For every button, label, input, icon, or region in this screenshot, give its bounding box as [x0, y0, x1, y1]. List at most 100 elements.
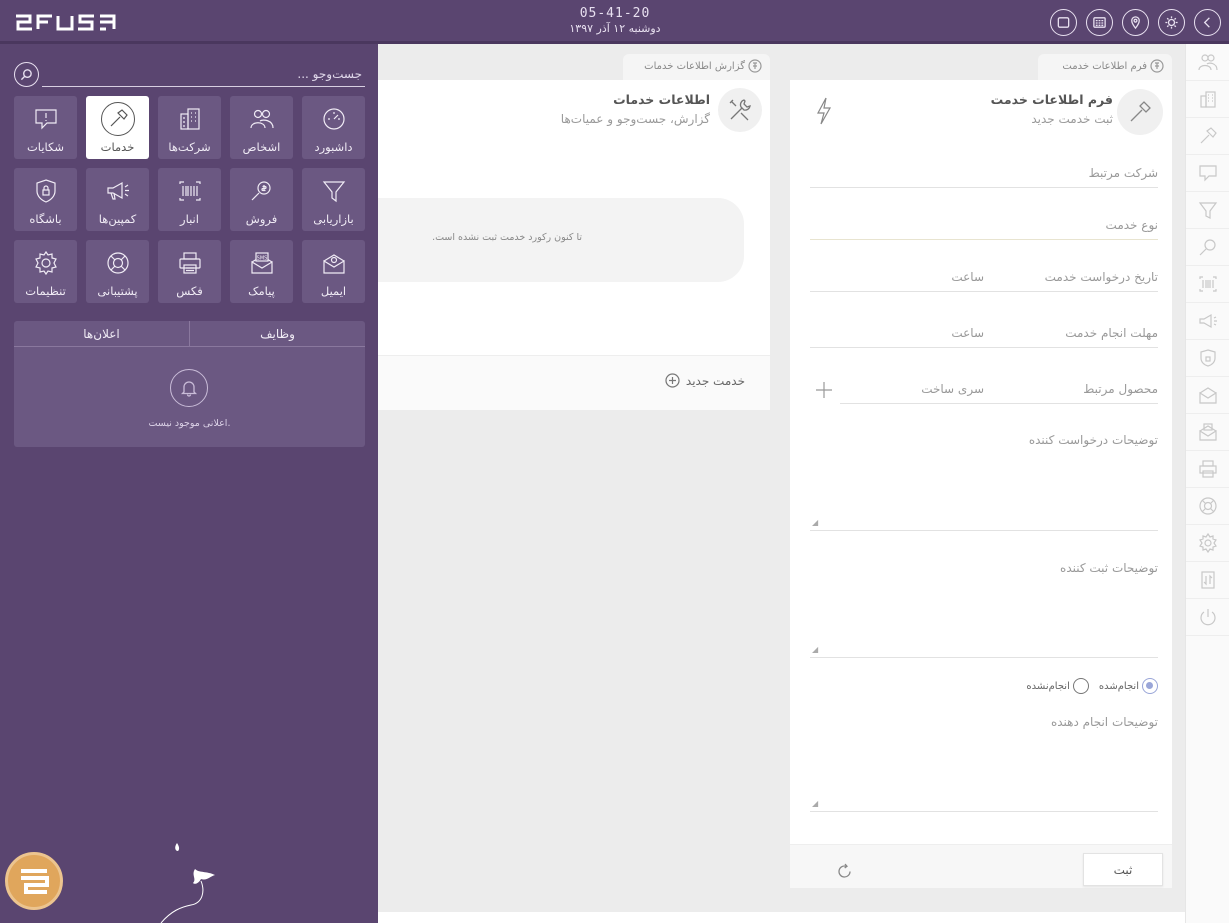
company-field[interactable]: شرکت مرتبط — [810, 160, 1158, 188]
clock-date: دوشنبه ۱۲ آذر ۱۳۹۷ — [569, 22, 661, 35]
lifebuoy-icon — [105, 250, 131, 276]
announcements-empty-text: اعلانی موجود نیست. — [148, 418, 231, 429]
rail-sms-icon[interactable] — [1186, 414, 1229, 451]
service-report-panel: اطلاعات خدمات گزارش، جست‌وجو و عمیات‌ها … — [378, 80, 770, 410]
map-pin-icon[interactable] — [1122, 9, 1149, 36]
tile-club[interactable]: باشگاه — [14, 168, 77, 231]
lightning-icon[interactable] — [813, 96, 835, 126]
resize-grip-icon[interactable]: ◢ — [812, 645, 818, 654]
rail-shield-icon[interactable] — [1186, 340, 1229, 377]
radio-not-done-dot[interactable] — [1072, 678, 1089, 694]
pin-icon — [1150, 59, 1164, 73]
search-icon[interactable] — [14, 62, 39, 87]
tile-companies[interactable]: شرکت‌ها — [158, 96, 221, 159]
rail-people-icon[interactable] — [1186, 44, 1229, 81]
tile-sms[interactable]: SMS پیامک — [230, 240, 293, 303]
rail-complaint-icon[interactable] — [1186, 155, 1229, 192]
tab-announcements[interactable]: اعلان‌ها — [14, 321, 189, 346]
chevron-left-icon[interactable] — [1194, 9, 1221, 36]
tile-label: فکس — [176, 284, 203, 298]
rail-buildings-icon[interactable] — [1186, 81, 1229, 118]
tab-service-form[interactable]: فرم اطلاعات خدمت — [1038, 54, 1172, 80]
serial-label: سری ساخت — [921, 382, 984, 396]
radio-done-label: انجام‌شده — [1098, 680, 1139, 692]
form-subtitle: ثبت خدمت جدید — [1031, 112, 1113, 126]
app-logo — [14, 12, 124, 32]
calendar-grid-icon[interactable] — [1086, 9, 1113, 36]
rail-exchange-icon[interactable] — [1186, 562, 1229, 599]
request-date-field[interactable]: تاریخ درخواست خدمت ساعت — [810, 264, 1158, 292]
tile-dashboard[interactable]: داشبورد — [302, 96, 365, 159]
plus-circle-icon — [665, 373, 680, 388]
rail-funnel-icon[interactable] — [1186, 192, 1229, 229]
tile-people[interactable]: اشخاص — [230, 96, 293, 159]
tile-services[interactable]: خدمات — [86, 96, 149, 159]
radio-not-done[interactable]: انجام‌نشده — [1026, 678, 1089, 694]
deadline-time-label: ساعت — [951, 326, 984, 340]
form-title: فرم اطلاعات خدمت — [990, 92, 1113, 107]
radio-done[interactable]: انجام‌شده — [1099, 678, 1158, 694]
app-launcher-button[interactable] — [5, 852, 63, 910]
rail-printer-icon[interactable] — [1186, 451, 1229, 488]
deadline-field[interactable]: مهلت انجام خدمت ساعت — [810, 320, 1158, 348]
new-service-button[interactable]: خدمت جدید — [665, 373, 745, 388]
tile-label: تنظیمات — [25, 284, 66, 298]
tile-label: کمپین‌ها — [98, 212, 137, 226]
tile-label: انبار — [180, 212, 199, 226]
rail-sales-icon[interactable] — [1186, 229, 1229, 266]
complaint-icon — [33, 106, 59, 132]
svg-text:SMS: SMS — [256, 256, 267, 262]
rail-power-icon[interactable] — [1186, 599, 1229, 636]
rail-lifebuoy-icon[interactable] — [1186, 488, 1229, 525]
radio-not-done-label: انجام‌نشده — [1026, 680, 1070, 692]
refresh-icon[interactable] — [836, 863, 853, 880]
rail-megaphone-icon[interactable] — [1186, 303, 1229, 340]
megaphone-icon — [105, 178, 131, 204]
tile-warehouse[interactable]: انبار — [158, 168, 221, 231]
request-date-label: تاریخ درخواست خدمت — [1044, 270, 1158, 284]
submit-button[interactable]: ثبت — [1083, 853, 1163, 886]
resize-grip-icon[interactable]: ◢ — [812, 799, 818, 808]
gear-icon — [33, 250, 59, 276]
menu-search — [14, 62, 365, 88]
radio-done-dot[interactable] — [1142, 678, 1158, 694]
requester-notes-textarea[interactable]: توضیحات درخواست کننده ◢ — [810, 433, 1158, 531]
rail-gear-icon[interactable] — [1186, 525, 1229, 562]
tile-complaints[interactable]: شکایات — [14, 96, 77, 159]
tab-tasks[interactable]: وظایف — [189, 321, 365, 346]
service-type-field[interactable]: نوع خدمت — [810, 212, 1158, 240]
product-field[interactable]: محصول مرتبط سری ساخت — [840, 376, 1158, 404]
tile-label: داشبورد — [314, 140, 353, 154]
add-product-plus-icon[interactable] — [814, 380, 834, 400]
product-label: محصول مرتبط — [1083, 382, 1158, 396]
resize-grip-icon[interactable]: ◢ — [812, 518, 818, 527]
registrar-notes-textarea[interactable]: توضیحات ثبت کننده ◢ — [810, 561, 1158, 658]
top-bar: 05-41-20 دوشنبه ۱۲ آذر ۱۳۹۷ — [0, 0, 1229, 44]
tile-label: شرکت‌ها — [168, 140, 211, 154]
buildings-icon — [177, 106, 203, 132]
rail-email-icon[interactable] — [1186, 377, 1229, 414]
tile-settings[interactable]: تنظیمات — [14, 240, 77, 303]
request-time-label: ساعت — [951, 270, 984, 284]
tile-fax[interactable]: فکس — [158, 240, 221, 303]
tile-label: باشگاه — [29, 212, 62, 226]
tasks-announcements-box: اعلان‌ها وظایف اعلانی موجود نیست. — [14, 321, 365, 447]
tile-support[interactable]: پشتیبانی — [86, 240, 149, 303]
window-icon[interactable] — [1050, 9, 1077, 36]
performer-notes-textarea[interactable]: توضیحات انجام دهنده ◢ — [810, 715, 1158, 812]
tile-campaigns[interactable]: کمپین‌ها — [86, 168, 149, 231]
quick-access-rail — [1185, 44, 1229, 923]
tile-label: ایمیل — [320, 284, 347, 298]
registrar-notes-label: توضیحات ثبت کننده — [1060, 561, 1158, 575]
tab-report-services[interactable]: گزارش اطلاعات خدمات — [623, 54, 770, 80]
company-label: شرکت مرتبط — [1088, 166, 1158, 180]
search-input[interactable] — [42, 62, 365, 87]
rail-hammer-icon[interactable] — [1186, 118, 1229, 155]
email-icon — [321, 250, 347, 276]
tile-sales[interactable]: فروش — [230, 168, 293, 231]
rail-barcode-icon[interactable] — [1186, 266, 1229, 303]
sun-icon[interactable] — [1158, 9, 1185, 36]
tile-marketing[interactable]: بازاریابی — [302, 168, 365, 231]
tile-label: پیامک — [248, 284, 275, 298]
tile-email[interactable]: ایمیل — [302, 240, 365, 303]
